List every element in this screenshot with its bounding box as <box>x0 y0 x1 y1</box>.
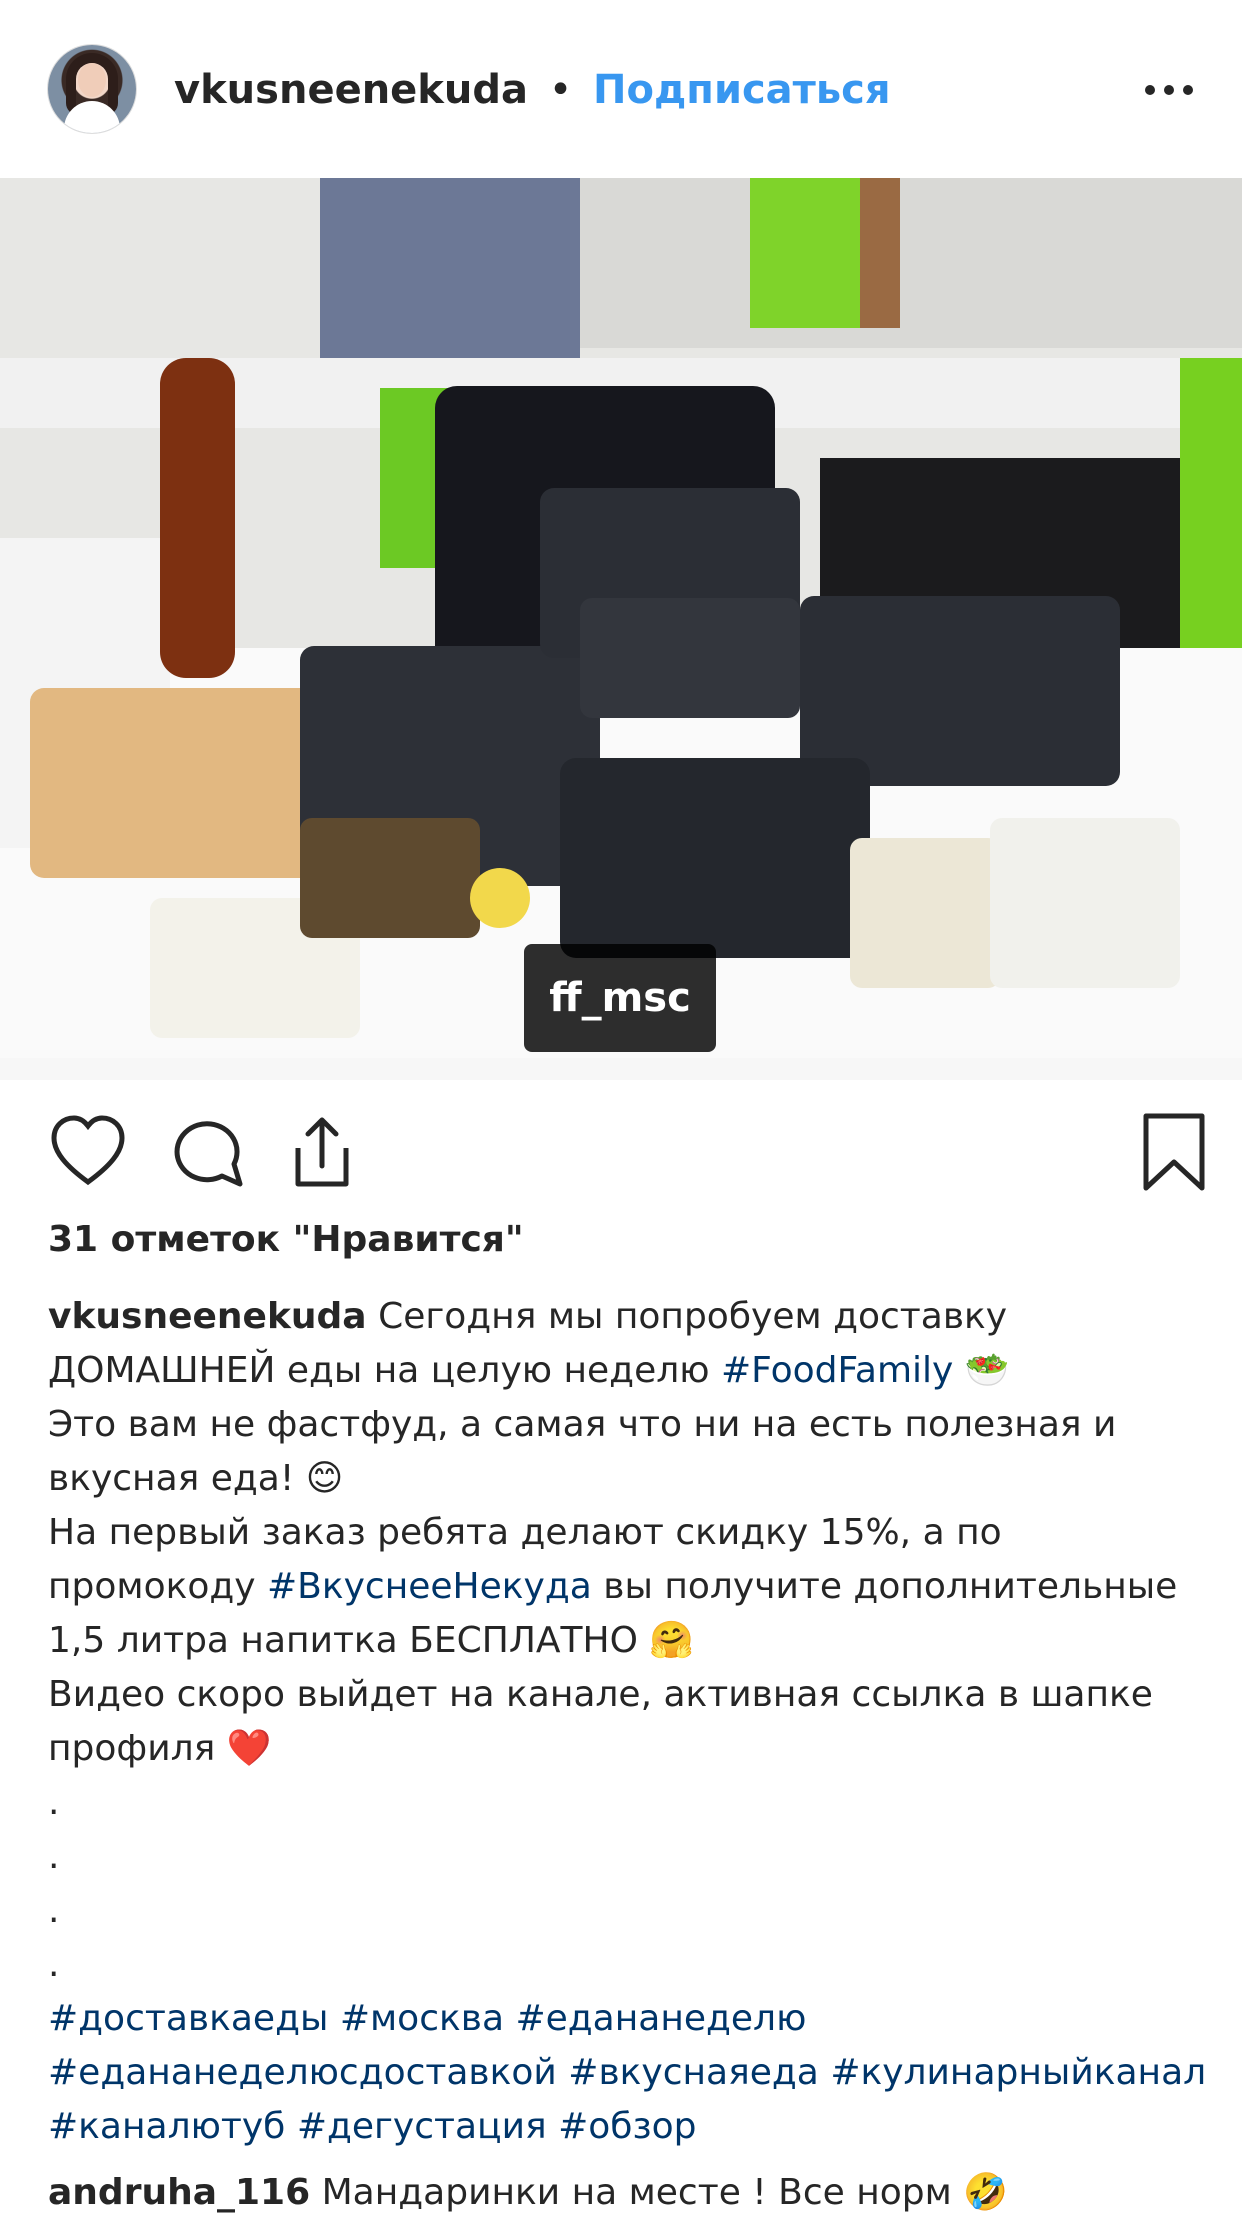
separator-dot: • <box>548 67 573 113</box>
caption-line-8: Видео скоро выйдет на канале, активная с… <box>48 1674 1153 1715</box>
hashtag-link[interactable]: #обзор <box>558 2106 696 2147</box>
hashtag-link[interactable]: #едананеделюсдоставкой <box>48 2052 557 2093</box>
hashtag-link[interactable]: #москва <box>340 1998 504 2039</box>
post-photo[interactable]: ff_msc <box>0 178 1242 1080</box>
bookmark-icon[interactable] <box>1132 1110 1216 1194</box>
caption-line-4: вкусная еда! <box>48 1458 295 1499</box>
caption-line-7: 1,5 литра напитка БЕСПЛАТНО <box>48 1620 638 1661</box>
hashtag-link[interactable]: #каналютуб <box>48 2106 285 2147</box>
hashtag-link[interactable]: #едананеделю <box>515 1998 806 2039</box>
caption-line-6a: промокоду <box>48 1566 256 1607</box>
caption-line-1: Сегодня мы попробуем доставку <box>378 1296 1008 1337</box>
caption-username[interactable]: vkusneenekuda <box>48 1296 367 1337</box>
more-horizontal-icon[interactable] <box>1144 76 1194 104</box>
post-header: vkusneenekuda • Подписаться <box>0 0 1242 178</box>
heart-icon[interactable] <box>46 1110 130 1194</box>
comment-bubble-icon[interactable] <box>164 1110 248 1194</box>
hashtag-link[interactable]: #кулинарныйканал <box>830 2052 1206 2093</box>
header-user-row: vkusneenekuda • Подписаться <box>174 60 891 120</box>
hashtag-link[interactable]: #доставкаеды <box>48 1998 328 2039</box>
caption-dot-line: . <box>48 1944 60 1985</box>
caption-dot-line: . <box>48 1890 60 1931</box>
hug-emoji: 🤗 <box>649 1620 695 1661</box>
comment-username[interactable]: andruha_116 <box>48 2172 310 2213</box>
caption-line-6b: вы получите дополнительные <box>603 1566 1178 1607</box>
salad-emoji: 🥗 <box>964 1350 1010 1391</box>
tagged-user-chip[interactable]: ff_msc <box>524 944 716 1052</box>
smile-emoji: 😊 <box>305 1458 344 1499</box>
post-caption: vkusneenekuda Сегодня мы попробуем доста… <box>48 1290 1208 2154</box>
hashtag-link-vkusneenekuda[interactable]: #ВкуснееНекуда <box>267 1566 592 1607</box>
caption-line-2: ДОМАШНЕЙ еды на целую неделю <box>48 1350 710 1391</box>
follow-button[interactable]: Подписаться <box>593 67 891 113</box>
heart-emoji: ❤️ <box>226 1728 272 1769</box>
hashtag-link[interactable]: #вкуснаяеда <box>568 2052 819 2093</box>
post-actions <box>0 1080 1242 1230</box>
laugh-emoji: 🤣 <box>963 2172 1009 2213</box>
caption-line-9: профиля <box>48 1728 216 1769</box>
comment-text: Мандаринки на месте ! Все норм <box>321 2172 952 2213</box>
caption-line-3: Это вам не фастфуд, а самая что ни на ес… <box>48 1404 1117 1445</box>
username-link[interactable]: vkusneenekuda <box>174 67 528 113</box>
caption-dot-line: . <box>48 1782 60 1823</box>
likes-count[interactable]: 31 отметок "Нравится" <box>48 1210 524 1270</box>
profile-avatar[interactable] <box>48 45 136 133</box>
caption-line-5: На первый заказ ребята делают скидку 15%… <box>48 1512 1002 1553</box>
caption-dot-line: . <box>48 1836 60 1877</box>
hashtag-link[interactable]: #дегустация <box>297 2106 547 2147</box>
share-icon[interactable] <box>280 1110 364 1194</box>
hashtag-link-foodfamily[interactable]: #FoodFamily <box>721 1350 953 1391</box>
comment-row: andruha_116 Мандаринки на месте ! Все но… <box>48 2166 1008 2220</box>
